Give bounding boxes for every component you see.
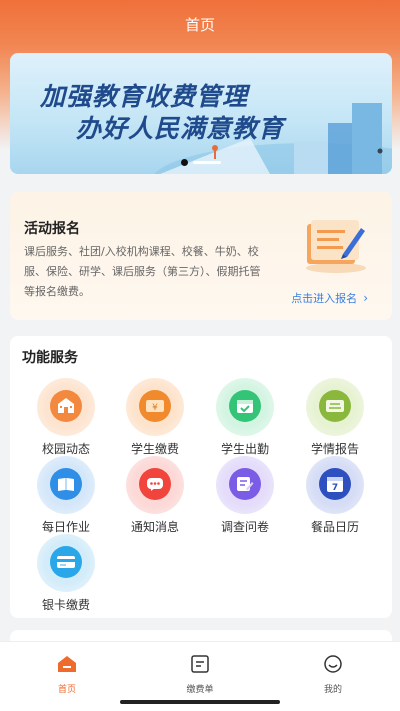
home-icon (58, 656, 76, 672)
yuan-symbol: ¥ (152, 403, 158, 413)
service-label: 学情报告 (310, 442, 359, 456)
service-card-payment[interactable]: 银卡缴费 (27, 534, 105, 613)
service-label: 校园动态 (41, 442, 90, 456)
service-student-payment[interactable]: ¥ 学生缴费 (116, 378, 194, 457)
services-title: 功能服务 (22, 350, 78, 366)
chevron-right-icon: › (363, 291, 368, 305)
tab-bills[interactable]: 缴费单 (160, 654, 240, 695)
service-meal-calendar[interactable]: 7 餐品日历 (296, 456, 374, 535)
tab-label: 我的 (323, 685, 342, 695)
service-survey[interactable]: 调查问卷 (206, 456, 284, 535)
function-services-panel: 功能服务 校园动态 ¥ 学生缴费 学生出勤 学情报告 每日作业 通知消息 调查问… (10, 336, 392, 618)
service-attendance[interactable]: 学生出勤 (206, 378, 284, 457)
service-campus-news[interactable]: 校园动态 (27, 378, 105, 457)
service-label: 调查问卷 (220, 520, 269, 534)
carousel-dot (193, 161, 221, 164)
tab-label: 首页 (57, 685, 76, 695)
service-label: 学生出勤 (220, 442, 269, 456)
service-label: 每日作业 (41, 520, 90, 534)
tab-label: 缴费单 (186, 685, 214, 695)
banner-slogan-line1: 加强教育收费管理 (40, 82, 249, 111)
service-label: 银卡缴费 (41, 598, 90, 612)
book-icon (50, 468, 82, 500)
service-daily-homework[interactable]: 每日作业 (27, 456, 105, 535)
score-100-icon (319, 390, 351, 422)
activity-title: 活动报名 (24, 221, 80, 237)
smile-user-icon (324, 655, 342, 673)
page-title: 首页 (184, 16, 215, 34)
calendar-7-icon: 7 (319, 468, 351, 500)
service-label: 通知消息 (130, 520, 179, 534)
activity-link-label: 点击进入报名 (291, 292, 358, 305)
calendar-day: 7 (332, 483, 338, 493)
survey-edit-icon (229, 468, 261, 500)
school-building-icon (50, 390, 82, 422)
banner-slogan-line2: 办好人民满意教育 (76, 114, 285, 143)
banner-carousel[interactable]: 加强教育收费管理 办好人民满意教育 (10, 53, 392, 174)
service-notifications[interactable]: 通知消息 (116, 456, 194, 535)
signup-form-illustration (306, 220, 366, 273)
activity-description: 课后服务、社团/入校机构课程、校餐、牛奶、校服、保险、研学、课后服务（第三方）、… (24, 245, 261, 298)
carousel-dot-active (181, 159, 188, 166)
service-learning-report[interactable]: 学情报告 (296, 378, 374, 457)
activity-enter-link[interactable]: 点击进入报名 › (291, 290, 368, 306)
bill-icon (191, 655, 209, 673)
service-label: 餐品日历 (310, 520, 359, 534)
carousel-indicator (10, 159, 392, 166)
home-indicator (120, 700, 280, 704)
bank-card-icon (50, 546, 82, 578)
yuan-payment-icon: ¥ (139, 390, 171, 422)
tab-mine[interactable]: 我的 (293, 654, 373, 695)
service-label: 学生缴费 (130, 442, 179, 456)
activity-signup-card[interactable]: 活动报名 课后服务、社团/入校机构课程、校餐、牛奶、校服、保险、研学、课后服务（… (10, 192, 392, 320)
message-icon (139, 468, 171, 500)
calendar-check-icon (229, 390, 261, 422)
tab-home[interactable]: 首页 (27, 654, 107, 695)
